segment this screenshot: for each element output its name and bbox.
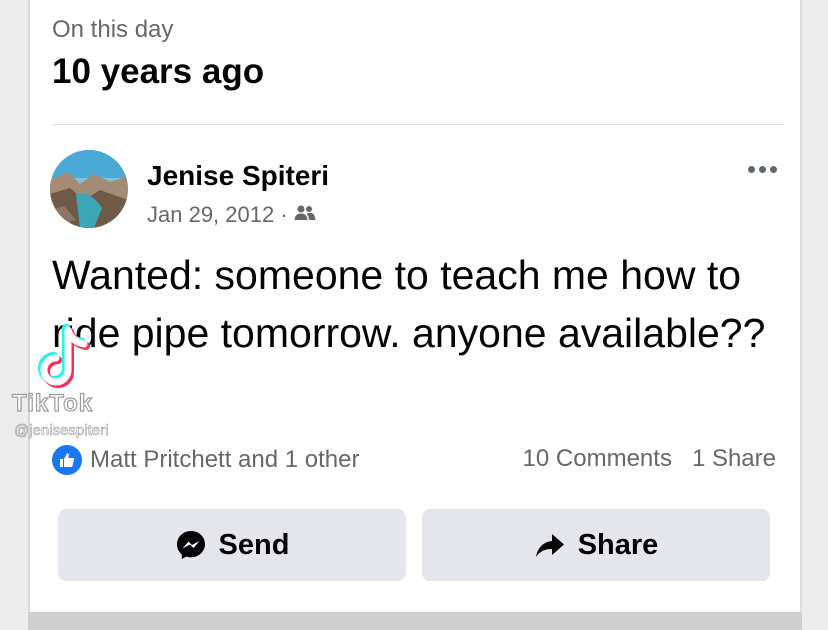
watermark-brand: TikTok [11,389,94,417]
post-author[interactable]: Jenise Spiteri [147,160,329,192]
send-label: Send [218,528,290,561]
meta-separator: · [280,202,288,227]
tiktok-logo-icon [38,324,90,388]
bottom-divider [28,612,802,630]
memory-title: 10 years ago [52,52,265,91]
header-divider [52,124,784,125]
reactions-summary[interactable]: Matt Pritchett and 1 other [52,445,359,475]
engagement-counts: 10 Comments 1 Share [523,445,776,473]
reactions-text: Matt Pritchett and 1 other [90,446,360,473]
shares-count[interactable]: 1 Share [692,445,776,473]
avatar[interactable] [50,150,128,228]
send-button[interactable]: Send [58,509,406,581]
memory-label: On this day [52,16,174,43]
share-arrow-icon [535,534,564,557]
messenger-icon [176,531,205,559]
share-button[interactable]: Share [422,509,770,581]
tiktok-watermark: TikTok @jenisespiteri [11,318,192,448]
friends-icon [294,202,316,228]
share-label: Share [577,528,659,561]
watermark-handle: @jenisespiteri [14,422,109,440]
post-meta: Jan 29, 2012 · [147,202,316,228]
like-icon [52,445,82,475]
left-border [28,0,30,612]
comments-count[interactable]: 10 Comments [523,445,672,473]
more-options-icon[interactable] [740,158,784,180]
post-date[interactable]: Jan 29, 2012 [147,202,274,228]
right-border [800,0,802,612]
